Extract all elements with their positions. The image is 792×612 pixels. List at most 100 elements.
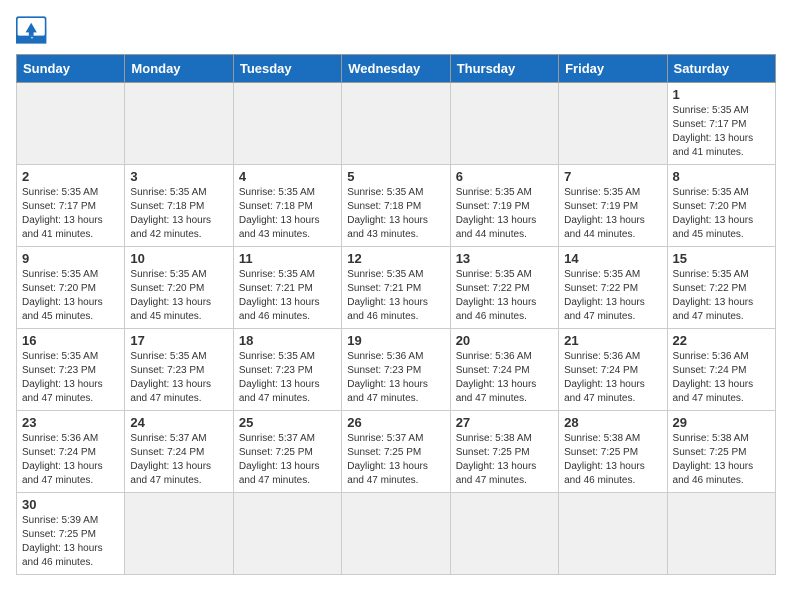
day-number: 26: [347, 415, 444, 430]
calendar-cell: 30 Sunrise: 5:39 AM Sunset: 7:25 PM Dayli…: [17, 493, 125, 575]
calendar-cell: 2 Sunrise: 5:35 AM Sunset: 7:17 PM Daylig…: [17, 165, 125, 247]
page-header: [16, 16, 776, 44]
day-info: Sunrise: 5:37 AM Sunset: 7:25 PM Dayligh…: [239, 432, 336, 488]
weekday-friday: Friday: [559, 55, 667, 83]
calendar-cell: 23 Sunrise: 5:36 AM Sunset: 7:24 PM Dayli…: [17, 411, 125, 493]
day-number: 14: [564, 251, 661, 266]
day-number: 17: [130, 333, 227, 348]
calendar-week-4: 16 Sunrise: 5:35 AM Sunset: 7:23 PM Dayli…: [17, 329, 776, 411]
day-number: 16: [22, 333, 119, 348]
day-number: 4: [239, 169, 336, 184]
day-number: 29: [673, 415, 770, 430]
calendar-cell: [450, 83, 558, 165]
calendar-cell: 20 Sunrise: 5:36 AM Sunset: 7:24 PM Dayli…: [450, 329, 558, 411]
day-info: Sunrise: 5:38 AM Sunset: 7:25 PM Dayligh…: [673, 432, 770, 488]
day-info: Sunrise: 5:35 AM Sunset: 7:22 PM Dayligh…: [673, 268, 770, 324]
calendar-week-1: 1Sunrise: 5:35 AM Sunset: 7:17 PM Daylig…: [17, 83, 776, 165]
day-number: 19: [347, 333, 444, 348]
day-info: Sunrise: 5:35 AM Sunset: 7:21 PM Dayligh…: [239, 268, 336, 324]
day-info: Sunrise: 5:35 AM Sunset: 7:23 PM Dayligh…: [130, 350, 227, 406]
calendar-week-6: 30 Sunrise: 5:39 AM Sunset: 7:25 PM Dayli…: [17, 493, 776, 575]
weekday-thursday: Thursday: [450, 55, 558, 83]
calendar-cell: 4 Sunrise: 5:35 AM Sunset: 7:18 PM Daylig…: [233, 165, 341, 247]
day-info: Sunrise: 5:35 AM Sunset: 7:19 PM Dayligh…: [564, 186, 661, 242]
day-info: Sunrise: 5:35 AM Sunset: 7:17 PM Dayligh…: [22, 186, 119, 242]
calendar-cell: 15 Sunrise: 5:35 AM Sunset: 7:22 PM Dayli…: [667, 247, 775, 329]
calendar-cell: [342, 493, 450, 575]
day-info: Sunrise: 5:39 AM Sunset: 7:25 PM Dayligh…: [22, 514, 119, 570]
day-info: Sunrise: 5:35 AM Sunset: 7:19 PM Dayligh…: [456, 186, 553, 242]
day-info: Sunrise: 5:36 AM Sunset: 7:24 PM Dayligh…: [673, 350, 770, 406]
day-info: Sunrise: 5:35 AM Sunset: 7:17 PM Dayligh…: [673, 104, 770, 160]
calendar-week-2: 2 Sunrise: 5:35 AM Sunset: 7:17 PM Daylig…: [17, 165, 776, 247]
weekday-sunday: Sunday: [17, 55, 125, 83]
day-number: 23: [22, 415, 119, 430]
calendar-header: SundayMondayTuesdayWednesdayThursdayFrid…: [17, 55, 776, 83]
calendar-cell: 24Sunrise: 5:37 AM Sunset: 7:24 PM Dayli…: [125, 411, 233, 493]
calendar-cell: 1Sunrise: 5:35 AM Sunset: 7:17 PM Daylig…: [667, 83, 775, 165]
calendar-cell: 9Sunrise: 5:35 AM Sunset: 7:20 PM Daylig…: [17, 247, 125, 329]
day-number: 28: [564, 415, 661, 430]
day-number: 15: [673, 251, 770, 266]
day-number: 18: [239, 333, 336, 348]
day-info: Sunrise: 5:37 AM Sunset: 7:25 PM Dayligh…: [347, 432, 444, 488]
day-info: Sunrise: 5:35 AM Sunset: 7:20 PM Dayligh…: [130, 268, 227, 324]
day-info: Sunrise: 5:35 AM Sunset: 7:21 PM Dayligh…: [347, 268, 444, 324]
weekday-monday: Monday: [125, 55, 233, 83]
calendar-cell: 21Sunrise: 5:36 AM Sunset: 7:24 PM Dayli…: [559, 329, 667, 411]
calendar-cell: [559, 493, 667, 575]
day-info: Sunrise: 5:35 AM Sunset: 7:18 PM Dayligh…: [239, 186, 336, 242]
day-number: 10: [130, 251, 227, 266]
day-info: Sunrise: 5:35 AM Sunset: 7:18 PM Dayligh…: [130, 186, 227, 242]
day-info: Sunrise: 5:38 AM Sunset: 7:25 PM Dayligh…: [456, 432, 553, 488]
day-number: 5: [347, 169, 444, 184]
calendar-week-3: 9Sunrise: 5:35 AM Sunset: 7:20 PM Daylig…: [17, 247, 776, 329]
day-number: 30: [22, 497, 119, 512]
calendar-cell: 22 Sunrise: 5:36 AM Sunset: 7:24 PM Dayli…: [667, 329, 775, 411]
day-number: 21: [564, 333, 661, 348]
logo: [16, 16, 52, 44]
calendar-cell: 3Sunrise: 5:35 AM Sunset: 7:18 PM Daylig…: [125, 165, 233, 247]
day-number: 12: [347, 251, 444, 266]
day-number: 8: [673, 169, 770, 184]
day-info: Sunrise: 5:35 AM Sunset: 7:20 PM Dayligh…: [22, 268, 119, 324]
calendar-cell: 17 Sunrise: 5:35 AM Sunset: 7:23 PM Dayli…: [125, 329, 233, 411]
calendar-cell: 11Sunrise: 5:35 AM Sunset: 7:21 PM Dayli…: [233, 247, 341, 329]
day-number: 22: [673, 333, 770, 348]
calendar-cell: [17, 83, 125, 165]
day-info: Sunrise: 5:37 AM Sunset: 7:24 PM Dayligh…: [130, 432, 227, 488]
calendar-cell: 28 Sunrise: 5:38 AM Sunset: 7:25 PM Dayli…: [559, 411, 667, 493]
calendar-table: SundayMondayTuesdayWednesdayThursdayFrid…: [16, 54, 776, 575]
weekday-tuesday: Tuesday: [233, 55, 341, 83]
calendar-cell: 12 Sunrise: 5:35 AM Sunset: 7:21 PM Dayli…: [342, 247, 450, 329]
calendar-cell: [233, 83, 341, 165]
day-info: Sunrise: 5:38 AM Sunset: 7:25 PM Dayligh…: [564, 432, 661, 488]
day-number: 27: [456, 415, 553, 430]
calendar-cell: 29 Sunrise: 5:38 AM Sunset: 7:25 PM Dayli…: [667, 411, 775, 493]
calendar-cell: 7 Sunrise: 5:35 AM Sunset: 7:19 PM Daylig…: [559, 165, 667, 247]
calendar-cell: 5 Sunrise: 5:35 AM Sunset: 7:18 PM Daylig…: [342, 165, 450, 247]
day-number: 7: [564, 169, 661, 184]
day-info: Sunrise: 5:36 AM Sunset: 7:24 PM Dayligh…: [456, 350, 553, 406]
day-number: 6: [456, 169, 553, 184]
weekday-header-row: SundayMondayTuesdayWednesdayThursdayFrid…: [17, 55, 776, 83]
calendar-cell: 10 Sunrise: 5:35 AM Sunset: 7:20 PM Dayli…: [125, 247, 233, 329]
day-info: Sunrise: 5:36 AM Sunset: 7:24 PM Dayligh…: [22, 432, 119, 488]
calendar-cell: 18 Sunrise: 5:35 AM Sunset: 7:23 PM Dayli…: [233, 329, 341, 411]
weekday-wednesday: Wednesday: [342, 55, 450, 83]
day-info: Sunrise: 5:35 AM Sunset: 7:18 PM Dayligh…: [347, 186, 444, 242]
calendar-cell: 26 Sunrise: 5:37 AM Sunset: 7:25 PM Dayli…: [342, 411, 450, 493]
calendar-week-5: 23 Sunrise: 5:36 AM Sunset: 7:24 PM Dayli…: [17, 411, 776, 493]
general-blue-logo-icon: [16, 16, 48, 44]
calendar-cell: 14Sunrise: 5:35 AM Sunset: 7:22 PM Dayli…: [559, 247, 667, 329]
day-info: Sunrise: 5:35 AM Sunset: 7:20 PM Dayligh…: [673, 186, 770, 242]
day-number: 20: [456, 333, 553, 348]
day-info: Sunrise: 5:35 AM Sunset: 7:23 PM Dayligh…: [22, 350, 119, 406]
calendar-cell: [125, 83, 233, 165]
day-info: Sunrise: 5:35 AM Sunset: 7:22 PM Dayligh…: [456, 268, 553, 324]
day-info: Sunrise: 5:35 AM Sunset: 7:23 PM Dayligh…: [239, 350, 336, 406]
day-number: 25: [239, 415, 336, 430]
day-number: 13: [456, 251, 553, 266]
day-number: 2: [22, 169, 119, 184]
calendar-cell: [233, 493, 341, 575]
